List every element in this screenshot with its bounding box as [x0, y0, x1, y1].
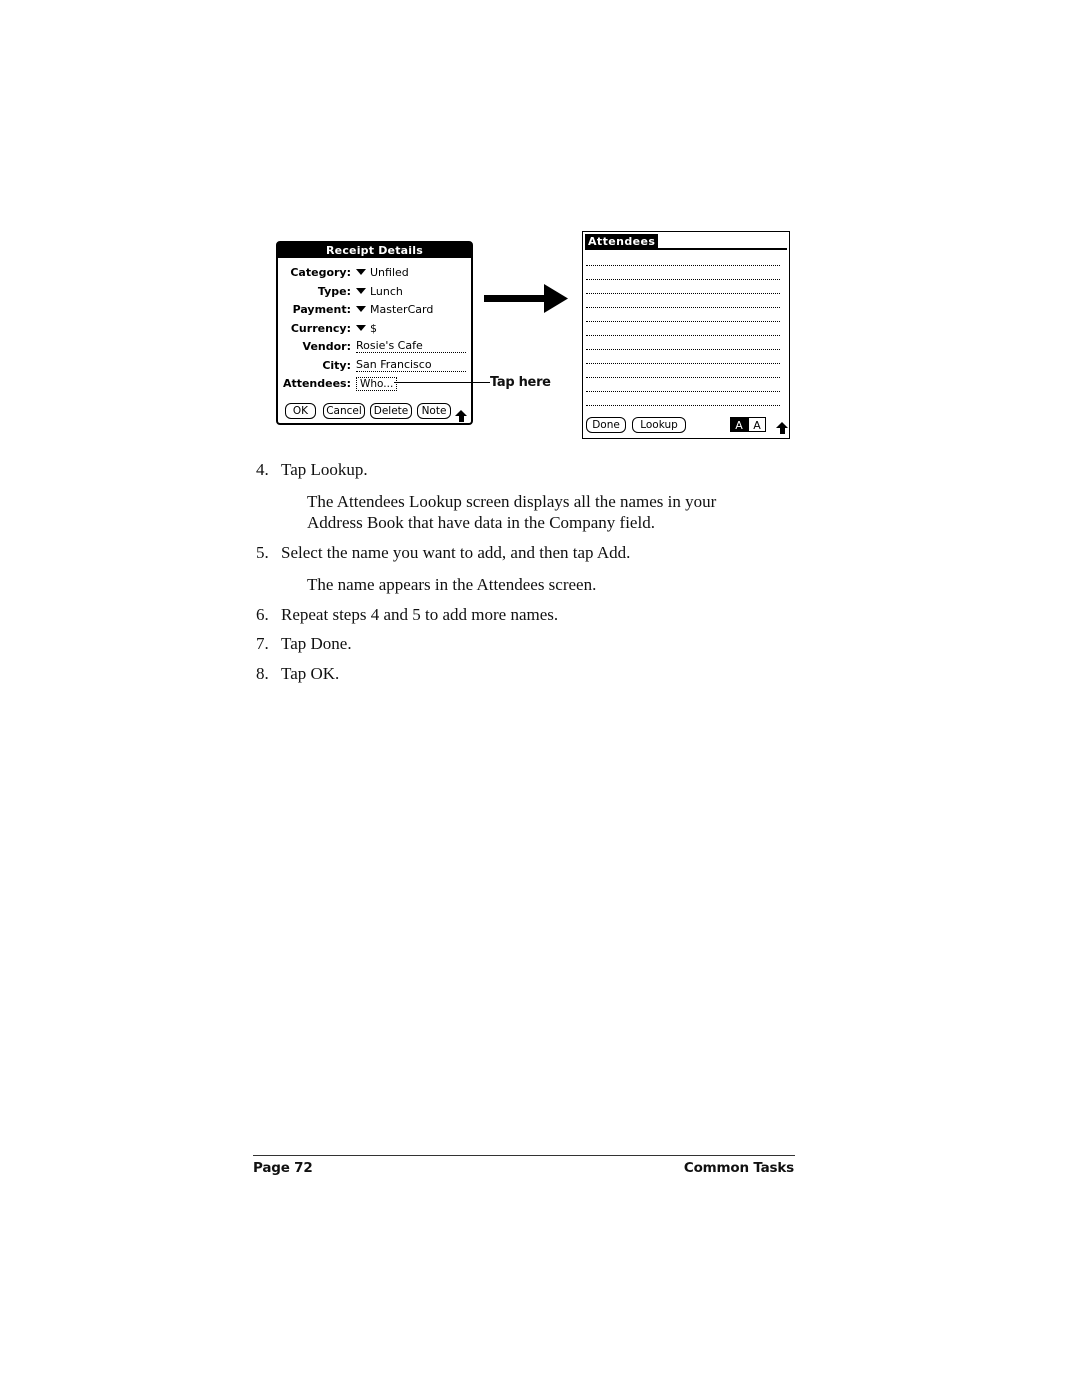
payment-row: Payment: MasterCard [278, 302, 475, 318]
text-line [586, 349, 780, 350]
section-title: Common Tasks [683, 1160, 794, 1176]
step-5-note: The name appears in the Attendees screen… [307, 575, 597, 594]
category-picker[interactable]: Unfiled [356, 265, 409, 281]
attendees-row: Attendees: Who... [278, 376, 475, 392]
attendees-label: Attendees: [282, 377, 351, 390]
note-button[interactable]: Note [417, 403, 451, 419]
payment-value: MasterCard [370, 303, 434, 316]
dropdown-triangle-icon [356, 325, 366, 331]
step-text: Repeat steps 4 and 5 to add more names. [281, 605, 559, 624]
dropdown-triangle-icon [356, 288, 366, 294]
payment-label: Payment: [292, 303, 351, 316]
step-number: 6. [256, 605, 269, 624]
step-text: Select the name you want to add, and the… [281, 543, 631, 562]
vendor-row: Vendor: Rosie's Cafe [278, 339, 475, 355]
text-line [586, 391, 780, 392]
cancel-button[interactable]: Cancel [323, 403, 365, 419]
text-line [586, 279, 780, 280]
right-arrow-icon [484, 284, 568, 313]
footer-divider [253, 1155, 795, 1156]
tap-here-callout: Tap here [490, 375, 551, 390]
text-line [586, 363, 780, 364]
text-line [586, 377, 780, 378]
title-underline [585, 248, 787, 250]
type-value: Lunch [370, 285, 403, 298]
currency-picker[interactable]: $ [356, 321, 377, 337]
text-line [586, 265, 780, 266]
text-line [586, 307, 780, 308]
type-label: Type: [317, 285, 351, 298]
type-picker[interactable]: Lunch [356, 284, 403, 300]
currency-label: Currency: [290, 322, 351, 335]
text-line [586, 405, 780, 406]
city-field[interactable]: San Francisco [356, 358, 466, 372]
step-text: Tap Done. [281, 634, 352, 653]
dropdown-triangle-icon [356, 269, 366, 275]
step-number: 7. [256, 634, 269, 653]
currency-row: Currency: $ [278, 321, 475, 337]
done-button[interactable]: Done [586, 417, 626, 433]
uppercase-indicator[interactable]: A [730, 417, 748, 432]
attendees-title: Attendees [585, 234, 659, 249]
step-number: 5. [256, 543, 269, 562]
step-number: 4. [256, 460, 269, 479]
dropdown-triangle-icon [356, 306, 366, 312]
currency-value: $ [370, 322, 377, 335]
step-4-note-line-2: Address Book that have data in the Compa… [307, 513, 655, 532]
who-button[interactable]: Who... [356, 377, 398, 391]
vendor-label: Vendor: [302, 340, 351, 353]
page-number: Page 72 [253, 1160, 313, 1176]
lowercase-indicator[interactable]: A [748, 417, 766, 432]
payment-picker[interactable]: MasterCard [356, 302, 433, 318]
city-label: City: [322, 359, 351, 372]
lookup-button[interactable]: Lookup [632, 417, 686, 433]
receipt-details-title: Receipt Details [278, 243, 471, 258]
type-row: Type: Lunch [278, 284, 475, 300]
delete-button[interactable]: Delete [370, 403, 412, 419]
receipt-details-screen: Receipt Details Category: Unfiled Type: … [276, 241, 473, 425]
category-label: Category: [290, 266, 351, 279]
vendor-field[interactable]: Rosie's Cafe [356, 339, 466, 353]
step-number: 8. [256, 664, 269, 683]
category-value: Unfiled [370, 266, 409, 279]
step-4-note-line-1: The Attendees Lookup screen displays all… [307, 492, 717, 511]
text-line [586, 293, 780, 294]
step-text: Tap OK. [281, 664, 340, 683]
city-row: City: San Francisco [278, 358, 475, 374]
ok-button[interactable]: OK [285, 403, 316, 419]
step-text: Tap Lookup. [281, 460, 368, 479]
category-row: Category: Unfiled [278, 265, 475, 281]
callout-leader-line [394, 382, 490, 383]
text-line [586, 321, 780, 322]
attendees-screen: Attendees Done Lookup A A [582, 231, 790, 439]
text-line [586, 335, 780, 336]
